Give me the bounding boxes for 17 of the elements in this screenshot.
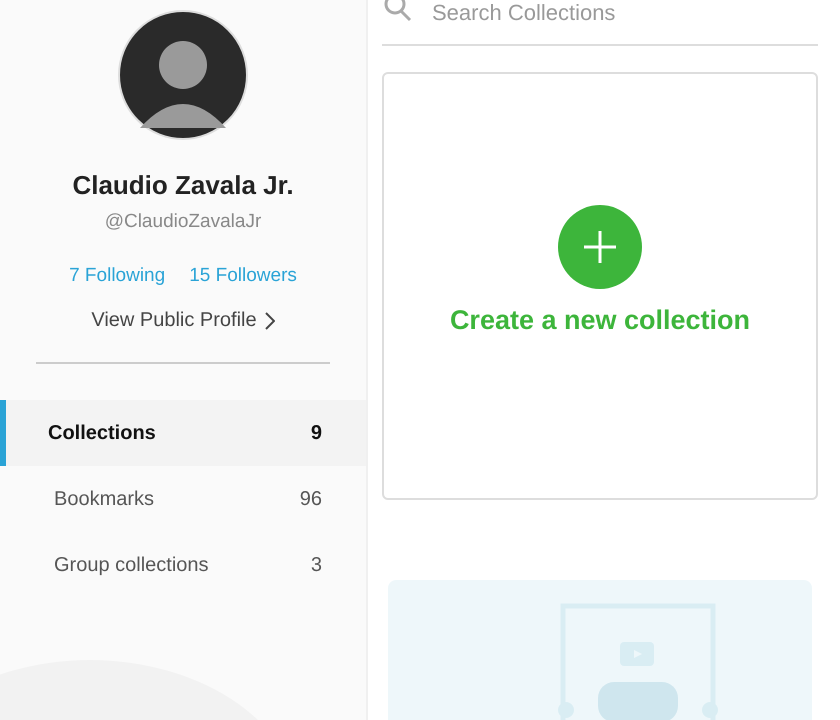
nav-count: 9 xyxy=(310,422,322,444)
chevron-icon xyxy=(264,312,275,330)
nav-count: 96 xyxy=(300,488,322,510)
search-field[interactable]: Search Collections xyxy=(432,0,772,26)
nav-count: 3 xyxy=(310,554,322,576)
view-profile-link[interactable]: View Public Profile xyxy=(91,309,275,332)
nav-item[interactable]: Bookmarks 96 xyxy=(0,466,366,532)
create-collection-label: Create a new collection xyxy=(450,305,750,336)
profile-name: Claudio Zavala Jr. xyxy=(72,170,294,201)
nav-label: Collections xyxy=(48,422,156,444)
profile-handle: @ClaudioZavalaJr xyxy=(104,211,262,233)
search-icon xyxy=(384,0,414,22)
nav-item[interactable]: Collections 9 xyxy=(0,400,366,466)
nav-label: Group collections xyxy=(54,554,209,576)
nav-item[interactable]: Group collections 3 xyxy=(0,532,366,598)
nav-label: Bookmarks xyxy=(54,488,154,510)
plus-icon xyxy=(582,229,618,266)
